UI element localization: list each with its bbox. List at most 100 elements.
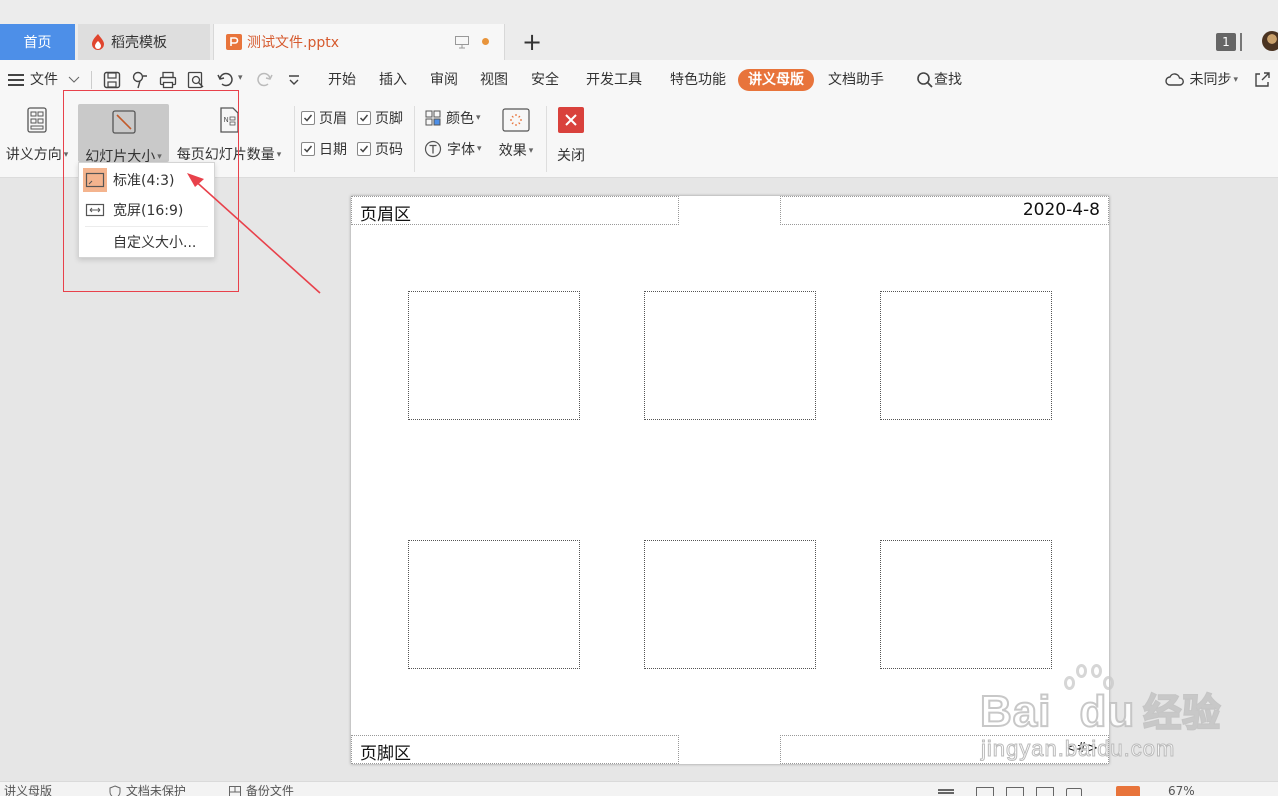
handout-orientation-button[interactable]: 讲义方向 ▾ [4,106,70,164]
search-label: 查找 [934,72,962,88]
widescreen-label: 宽屏(16:9) [113,203,184,219]
slide-placeholder-3[interactable] [880,291,1052,420]
status-backup-label: 备份文件 [245,784,294,796]
annotation-arrow-icon [187,173,321,294]
close-label: 关闭 [557,148,585,164]
chevron-down-icon [69,76,80,83]
pptx-file-icon [226,34,242,50]
header-checkbox-label: 页眉 [319,111,347,127]
slides-per-page-icon: N [220,107,239,133]
widescreen-ratio-icon [83,198,107,222]
tab-developer[interactable]: 开发工具 [586,60,642,100]
status-view-mode: 讲义母版 [4,784,53,796]
share-icon[interactable] [1252,70,1272,90]
tab-daoke-templates[interactable]: 稻壳模板 [78,24,210,60]
slides-per-page-button[interactable]: N 每页幻灯片数量 ▾ [174,106,284,164]
title-tab-bar: 首页 稻壳模板 测试文件.pptx + 1 [0,0,1278,60]
new-tab-button[interactable]: + [520,28,544,56]
footer-checkbox[interactable]: 页脚 [357,108,403,128]
tab-daoke-label: 稻壳模板 [111,35,167,51]
slide-sorter-view-icon[interactable] [1006,782,1024,796]
tab-doc-assistant[interactable]: 文档助手 [828,60,884,100]
per-page-label: 每页幻灯片数量 [176,147,275,163]
file-menu[interactable]: 文件 [8,60,80,100]
unsaved-dot-icon [482,38,489,45]
window-count-badge[interactable]: 1 [1216,33,1236,51]
notes-toggle-icon[interactable] [938,782,954,796]
ribbon-separator [294,106,295,172]
page-number-checkbox-label: 页码 [375,142,403,158]
header-checkbox[interactable]: 页眉 [301,108,347,128]
menu-bar: 文件 ▾ 开始 插入 审阅 视图 安全 开发工具 特色功能 讲义母版 文档助手 … [0,60,1278,100]
effect-label: 效果 [498,143,527,159]
reading-view-icon[interactable] [1036,782,1054,796]
tab-insert[interactable]: 插入 [379,60,407,100]
page-number-token: <#> [1065,741,1098,756]
date-placeholder[interactable]: 2020-4-8 [780,196,1109,225]
user-avatar[interactable] [1262,31,1278,51]
page-number-checkbox[interactable]: 页码 [357,139,403,159]
slide-size-button[interactable]: 幻灯片大小 ▾ [78,104,169,165]
color-button[interactable]: 颜色 ▾ [425,108,481,128]
shield-icon [109,784,121,796]
format-painter-icon[interactable] [130,70,150,90]
undo-dropdown-caret[interactable]: ▾ [238,73,243,83]
tab-handout-master[interactable]: 讲义母版 [738,69,814,91]
slide-placeholder-4[interactable] [408,540,580,669]
sync-status[interactable]: 未同步 ▾ [1165,60,1238,100]
slide-size-icon [111,110,136,134]
slide-placeholder-2[interactable] [644,291,816,420]
print-icon[interactable] [158,70,178,90]
play-slideshow-button[interactable] [1116,782,1140,796]
footer-checkbox-label: 页脚 [375,111,403,127]
slide-placeholder-6[interactable] [880,540,1052,669]
orientation-icon [27,107,47,133]
standard-ratio-icon [83,168,107,192]
tab-security[interactable]: 安全 [531,60,559,100]
search-button[interactable]: 查找 [916,60,962,100]
cloud-sync-icon [1165,73,1184,86]
hamburger-icon [8,74,24,86]
date-checkbox[interactable]: 日期 [301,139,347,159]
pen-icon[interactable] [1066,782,1082,796]
status-protection[interactable]: 文档未保护 [108,782,186,796]
footer-placeholder[interactable]: 页脚区 [351,735,679,764]
tab-document[interactable]: 测试文件.pptx [213,24,505,60]
close-master-view-button[interactable]: 关闭 [553,107,589,165]
tab-review[interactable]: 审阅 [430,60,458,100]
divider-bar [1240,33,1242,51]
svg-text:N: N [224,116,229,124]
zoom-level[interactable]: 67% [1168,782,1195,796]
tab-view[interactable]: 视图 [480,60,508,100]
tab-home-ribbon[interactable]: 开始 [328,60,356,100]
undo-icon[interactable] [216,70,236,90]
customize-toolbar-icon[interactable] [284,70,304,90]
effect-button[interactable]: 效果 ▾ [496,108,536,160]
slide-placeholder-5[interactable] [644,540,816,669]
slide-placeholder-1[interactable] [408,291,580,420]
tab-special-features[interactable]: 特色功能 [670,60,726,100]
font-button[interactable]: 字体 ▾ [424,139,482,159]
date-checkbox-label: 日期 [319,142,347,158]
standard-label: 标准(4:3) [113,173,175,189]
date-value-text: 2020-4-8 [1022,200,1100,220]
backup-icon [229,785,241,796]
monitor-icon[interactable] [454,35,470,49]
close-icon [558,107,584,133]
ribbon-separator [546,106,547,172]
status-backup[interactable]: 备份文件 [228,782,294,796]
normal-view-icon[interactable] [976,782,994,796]
handout-master-page: 页眉区 2020-4-8 页脚区 <#> [351,196,1109,764]
print-preview-icon[interactable] [186,70,206,90]
checkbox-checked-icon [301,111,315,125]
status-bar: 讲义母版 文档未保护 备份文件 67% [0,781,1278,796]
status-protection-label: 文档未保护 [125,784,186,796]
ribbon-separator [414,106,415,172]
tab-home[interactable]: 首页 [0,24,75,60]
font-icon [424,140,442,158]
blank-icon [83,230,107,254]
header-placeholder[interactable]: 页眉区 [351,196,679,225]
redo-icon[interactable] [254,70,274,90]
save-icon[interactable] [102,70,122,90]
page-number-placeholder[interactable]: <#> [780,735,1109,764]
